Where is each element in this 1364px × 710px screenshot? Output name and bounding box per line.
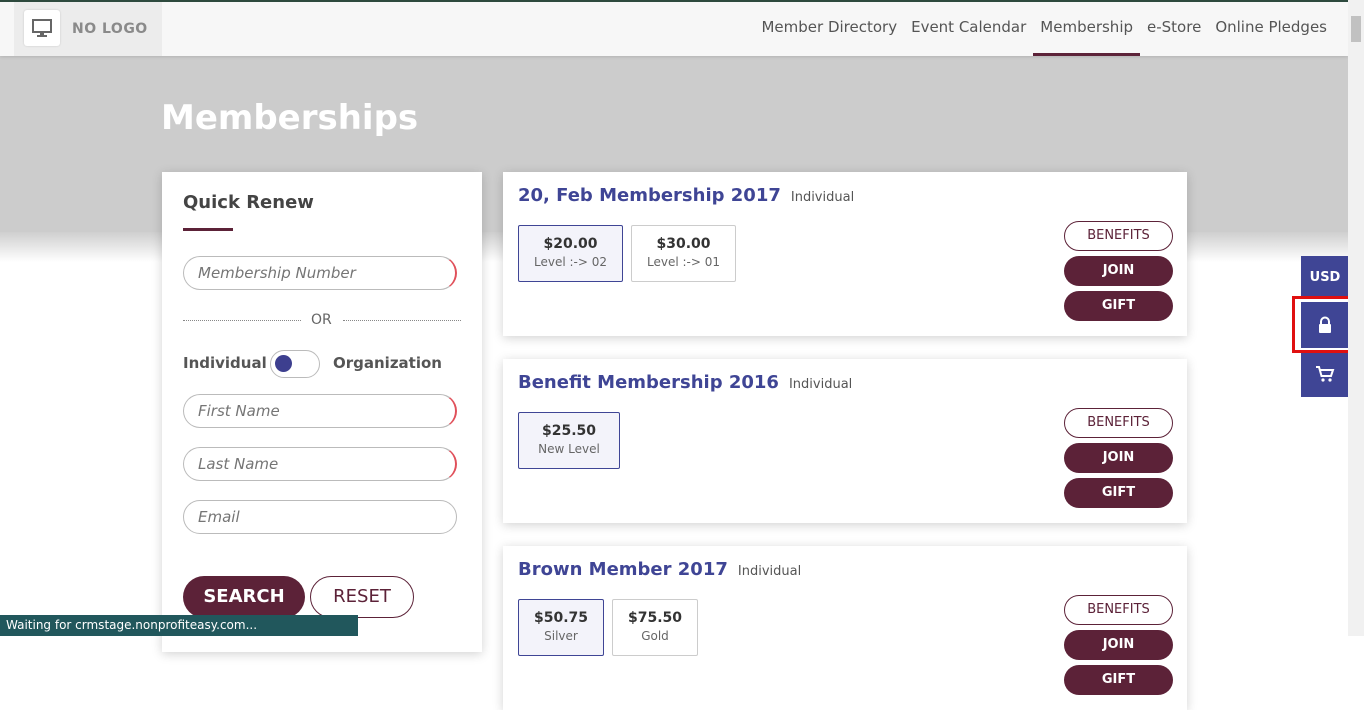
entity-type-toggle-row: Individual Organization <box>183 350 463 378</box>
membership-type: Individual <box>737 564 802 579</box>
membership-actions: BENEFITS JOIN GIFT <box>1064 408 1173 513</box>
scrollbar-thumb[interactable] <box>1351 16 1361 42</box>
membership-level-option[interactable]: $75.50 Gold <box>612 599 698 656</box>
gift-button[interactable]: GIFT <box>1064 291 1173 321</box>
membership-levels: $25.50 New Level <box>518 412 620 469</box>
join-button[interactable]: JOIN <box>1064 443 1173 473</box>
gift-button[interactable]: GIFT <box>1064 665 1173 695</box>
browser-status-bar: Waiting for crmstage.nonprofiteasy.com..… <box>0 615 358 636</box>
level-name: Gold <box>641 629 669 643</box>
page-scrollbar[interactable] <box>1348 0 1364 636</box>
level-price: $75.50 <box>627 610 683 626</box>
or-divider: OR <box>183 312 461 330</box>
monitor-icon <box>24 10 60 46</box>
membership-title-text: Brown Member 2017 <box>518 559 728 580</box>
search-button[interactable]: SEARCH <box>183 576 305 618</box>
membership-type: Individual <box>790 190 855 205</box>
membership-level-option[interactable]: $25.50 New Level <box>518 412 620 469</box>
membership-levels: $50.75 Silver $75.50 Gold <box>518 599 698 656</box>
reset-button[interactable]: RESET <box>310 576 414 618</box>
membership-title: Brown Member 2017 Individual <box>518 559 801 580</box>
membership-level-option[interactable]: $20.00 Level :-> 02 <box>518 225 623 282</box>
membership-title: 20, Feb Membership 2017 Individual <box>518 185 854 206</box>
nav-estore[interactable]: e-Store <box>1140 2 1208 56</box>
membership-actions: BENEFITS JOIN GIFT <box>1064 595 1173 700</box>
first-name-input[interactable] <box>183 394 457 428</box>
level-name: New Level <box>538 442 600 456</box>
level-price: $30.00 <box>656 236 711 252</box>
join-button[interactable]: JOIN <box>1064 630 1173 660</box>
membership-card: Benefit Membership 2016 Individual $25.50… <box>503 359 1187 523</box>
nav-event-calendar[interactable]: Event Calendar <box>904 2 1033 56</box>
cart-button[interactable] <box>1301 351 1349 397</box>
membership-card: 20, Feb Membership 2017 Individual $20.00… <box>503 172 1187 336</box>
or-divider-line-left <box>183 320 301 321</box>
login-highlight-box <box>1292 296 1352 353</box>
gift-button[interactable]: GIFT <box>1064 478 1173 508</box>
benefits-button[interactable]: BENEFITS <box>1064 595 1173 625</box>
nav-online-pledges[interactable]: Online Pledges <box>1208 2 1334 56</box>
or-divider-line-right <box>343 320 461 321</box>
last-name-input[interactable] <box>183 447 457 481</box>
quick-renew-title: Quick Renew <box>183 192 314 213</box>
membership-level-option[interactable]: $30.00 Level :-> 01 <box>631 225 736 282</box>
membership-title-text: 20, Feb Membership 2017 <box>518 185 781 206</box>
level-name: Level :-> 01 <box>646 255 720 269</box>
organization-label: Organization <box>333 354 442 372</box>
individual-label: Individual <box>183 354 267 372</box>
main-nav: Member Directory Event Calendar Membersh… <box>754 2 1334 56</box>
entity-type-toggle[interactable] <box>270 350 320 378</box>
site-logo[interactable]: NO LOGO <box>14 2 162 56</box>
level-name: Level :-> 02 <box>533 255 607 269</box>
membership-type: Individual <box>788 377 853 392</box>
logo-text: NO LOGO <box>72 21 148 37</box>
level-name: Silver <box>544 629 578 643</box>
benefits-button[interactable]: BENEFITS <box>1064 221 1173 251</box>
membership-number-input[interactable] <box>183 256 457 290</box>
quick-renew-panel: Quick Renew OR Individual Organization S… <box>162 172 482 652</box>
level-price: $50.75 <box>533 610 589 626</box>
page-title: Memberships <box>161 98 419 138</box>
currency-button[interactable]: USD <box>1301 256 1349 299</box>
top-navbar: NO LOGO Member Directory Event Calendar … <box>0 0 1348 56</box>
or-text: OR <box>311 312 332 328</box>
benefits-button[interactable]: BENEFITS <box>1064 408 1173 438</box>
nav-membership[interactable]: Membership <box>1033 2 1140 56</box>
toggle-knob <box>275 355 292 372</box>
title-underline <box>183 228 233 231</box>
join-button[interactable]: JOIN <box>1064 256 1173 286</box>
membership-levels: $20.00 Level :-> 02 $30.00 Level :-> 01 <box>518 225 736 282</box>
level-price: $20.00 <box>543 236 598 252</box>
membership-title: Benefit Membership 2016 Individual <box>518 372 852 393</box>
nav-member-directory[interactable]: Member Directory <box>754 2 904 56</box>
membership-card: Brown Member 2017 Individual $50.75 Silve… <box>503 546 1187 710</box>
email-input[interactable] <box>183 500 457 534</box>
cart-icon <box>1316 366 1335 382</box>
membership-level-option[interactable]: $50.75 Silver <box>518 599 604 656</box>
level-price: $25.50 <box>541 423 597 439</box>
membership-actions: BENEFITS JOIN GIFT <box>1064 221 1173 326</box>
membership-title-text: Benefit Membership 2016 <box>518 372 779 393</box>
